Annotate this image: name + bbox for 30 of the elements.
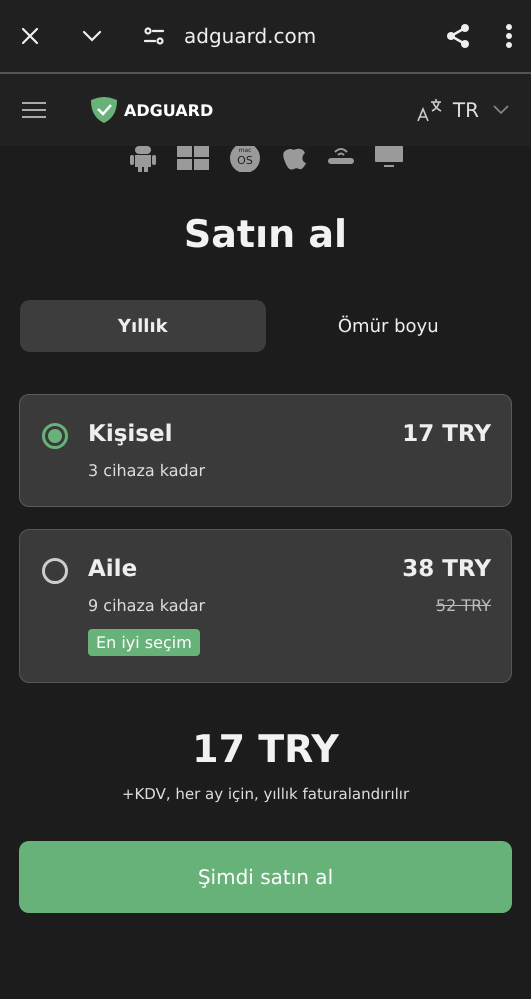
windows-icon[interactable] xyxy=(176,146,208,170)
url-text[interactable]: adguard.com xyxy=(184,24,445,48)
radio-button[interactable] xyxy=(42,423,68,449)
device-limit: 3 cihaza kadar xyxy=(88,461,206,480)
plan-price: 17 TRY xyxy=(402,421,491,447)
shield-logo-icon xyxy=(90,96,118,124)
plan-price: 38 TRY xyxy=(402,556,491,582)
radio-button[interactable] xyxy=(42,558,68,584)
page-title: Satın al xyxy=(182,212,348,256)
plan-card[interactable]: Kişisel 17 TRY 3 cihaza kadar xyxy=(19,394,512,507)
billing-tab[interactable]: Yıllık xyxy=(20,300,266,352)
logo-text[interactable]: ADGUARD xyxy=(124,100,214,120)
share-icon[interactable] xyxy=(445,23,471,49)
menu-icon[interactable] xyxy=(22,102,46,118)
billing-note: +KDV, her ay için, yıllık faturalandırılır xyxy=(120,785,410,803)
plan-name: Aile xyxy=(88,556,138,582)
best-choice-badge: En iyi seçim xyxy=(88,629,200,656)
total-price: 17 TRY xyxy=(191,727,340,771)
translate-icon[interactable] xyxy=(416,98,443,122)
monitor-icon[interactable] xyxy=(374,146,402,168)
android-icon[interactable] xyxy=(128,146,156,172)
router-icon[interactable] xyxy=(326,146,354,166)
apple-icon[interactable] xyxy=(280,146,306,170)
old-price: 52 TRY xyxy=(436,596,491,615)
device-limit: 9 cihaza kadar xyxy=(88,596,206,615)
language-selector[interactable]: TR xyxy=(452,98,479,122)
plan-card[interactable]: Aile 38 TRY 9 cihaza kadar 52 TRY En iyi seçim xyxy=(19,529,512,683)
menu-icon[interactable] xyxy=(505,24,513,48)
billing-tab[interactable]: Ömür boyu xyxy=(266,300,511,352)
plan-name: Kişisel xyxy=(88,421,172,447)
